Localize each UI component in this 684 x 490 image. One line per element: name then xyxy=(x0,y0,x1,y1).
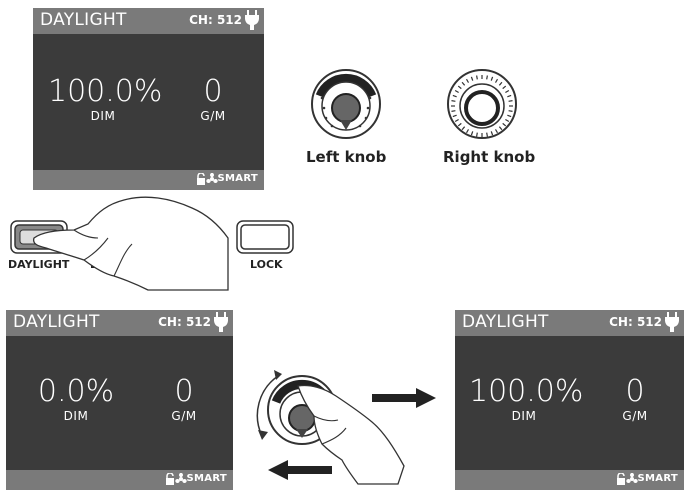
display-header: DAYLIGHT CH: 512 xyxy=(455,310,684,336)
top-display: DAYLIGHT CH: 512 100.0% DIM 0 G/M SMART xyxy=(33,8,264,190)
lock-button[interactable] xyxy=(236,220,294,254)
dim-value: 0.0% xyxy=(37,374,115,409)
dim-label: DIM xyxy=(63,409,89,423)
lock-fan-icon xyxy=(617,473,638,485)
dim-value: 100.0% xyxy=(469,374,584,409)
plug-icon xyxy=(665,312,679,332)
display-header: DAYLIGHT CH: 512 xyxy=(33,8,264,34)
smart-label: SMART xyxy=(637,473,678,484)
gm-value: 0 xyxy=(174,374,194,409)
gm-value: 0 xyxy=(203,74,223,109)
gm-label: G/M xyxy=(171,409,197,423)
dim-label: DIM xyxy=(90,109,116,123)
gm-label: G/M xyxy=(622,409,648,423)
lock-fan-icon xyxy=(197,173,218,185)
left-knob-caption: Left knob xyxy=(306,148,387,166)
dim-label: DIM xyxy=(511,409,537,423)
gm-value: 0 xyxy=(625,374,645,409)
lock-button-label: LOCK xyxy=(250,258,283,271)
plug-icon xyxy=(214,312,228,332)
lock-fan-icon xyxy=(166,473,187,485)
smart-label: SMART xyxy=(217,173,258,184)
channel-label: CH: 512 xyxy=(609,315,662,329)
display-footer: SMART xyxy=(33,170,264,190)
plug-icon xyxy=(245,10,259,30)
arrow-right-icon xyxy=(372,388,436,408)
display-header: DAYLIGHT CH: 512 xyxy=(6,310,233,336)
display-footer: SMART xyxy=(455,470,684,490)
dim-value: 100.0% xyxy=(48,74,163,109)
bottom-right-display: DAYLIGHT CH: 512 100.0% DIM 0 G/M SMART xyxy=(455,310,684,490)
mode-label: DAYLIGHT xyxy=(13,312,100,332)
right-knob[interactable] xyxy=(446,68,518,140)
display-footer: SMART xyxy=(6,470,233,490)
smart-label: SMART xyxy=(186,473,227,484)
arrow-left-icon xyxy=(268,460,332,480)
channel-label: CH: 512 xyxy=(158,315,211,329)
mode-label: DAYLIGHT xyxy=(462,312,549,332)
mode-label: DAYLIGHT xyxy=(40,10,127,30)
right-knob-caption: Right knob xyxy=(443,148,536,166)
bottom-left-display: DAYLIGHT CH: 512 0.0% DIM 0 G/M SMART xyxy=(6,310,233,490)
channel-label: CH: 512 xyxy=(189,13,242,27)
pressing-hand-illustration xyxy=(32,196,229,291)
left-knob[interactable] xyxy=(310,68,382,140)
gm-label: G/M xyxy=(200,109,226,123)
